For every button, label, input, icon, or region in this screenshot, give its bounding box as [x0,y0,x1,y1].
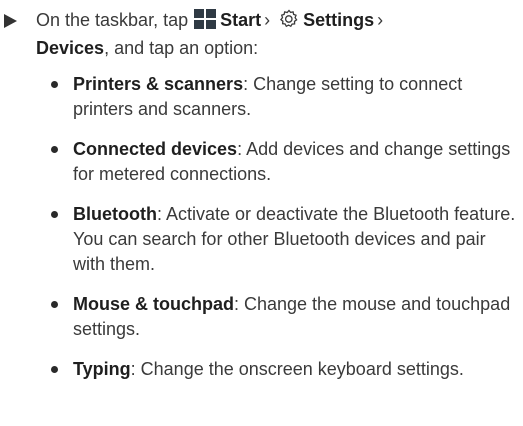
option-term: Connected devices [73,139,238,159]
option-term: Bluetooth [73,204,157,224]
bullet-icon [51,301,58,308]
step-arrow-icon [4,14,17,28]
bullet-icon [51,366,58,373]
breadcrumb-separator: › [377,10,384,30]
bullet-icon [51,81,58,88]
step-tail: , and tap an option: [104,38,259,58]
bullet-icon [51,211,58,218]
instructions-page: On the taskbar, tap Start › Settings › Devi… [0,0,523,426]
option-term: Typing [73,359,131,379]
step-text: On the taskbar, tap Start › Settings › Devi… [36,8,516,61]
settings-label: Settings [303,10,375,30]
list-item-printers-scanners: Printers & scanners: Change setting to c… [51,72,519,122]
option-term: Printers & scanners [73,74,244,94]
start-label: Start [220,10,262,30]
windows-start-icon [194,9,217,36]
step-intro: On the taskbar, tap [36,10,189,30]
devices-label: Devices [36,38,105,58]
gear-icon [279,9,299,36]
list-item-mouse-touchpad: Mouse & touchpad: Change the mouse and t… [51,292,519,342]
option-term: Mouse & touchpad [73,294,234,314]
instruction-step: On the taskbar, tap Start › Settings › Devi… [0,8,523,61]
bullet-icon [51,146,58,153]
list-item-connected-devices: Connected devices: Add devices and chang… [51,137,519,187]
breadcrumb-separator: › [264,10,271,30]
option-desc: : Change the onscreen keyboard settings. [130,359,464,379]
options-list: Printers & scanners: Change setting to c… [0,72,523,397]
list-item-typing: Typing: Change the onscreen keyboard set… [51,357,519,382]
list-item-bluetooth: Bluetooth: Activate or deactivate the Bl… [51,202,519,277]
